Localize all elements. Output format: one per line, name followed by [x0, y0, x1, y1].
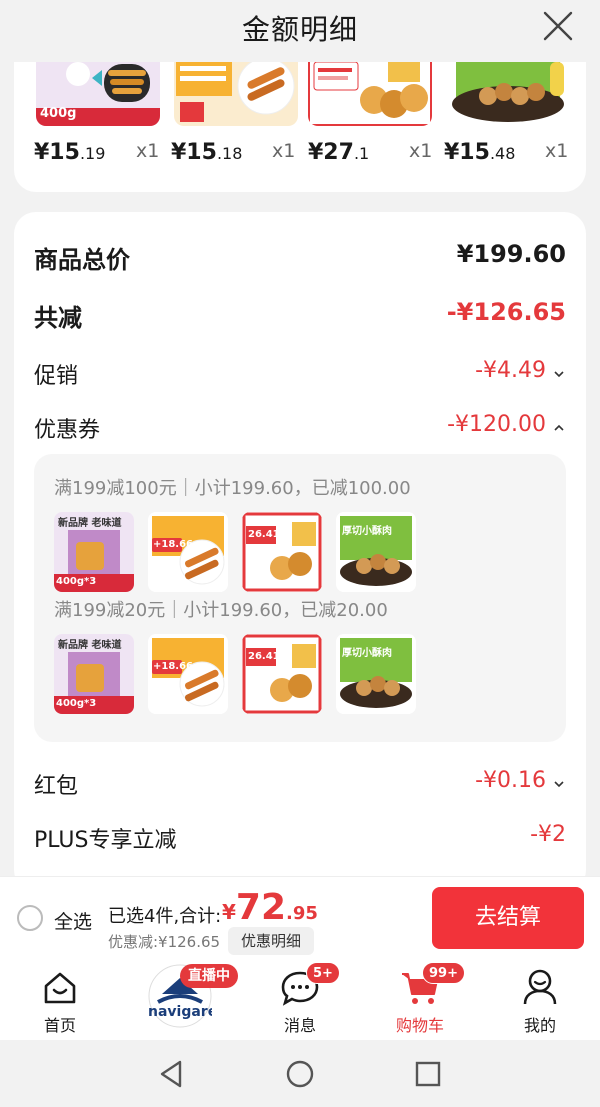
product-qty: x1	[136, 140, 160, 162]
brand-label: 新品牌 老味道	[58, 640, 122, 651]
total-price-label: 商品总价	[34, 246, 130, 274]
coupon-line: 满199减20元｜小计199.60，已减20.00	[54, 600, 388, 621]
total-price-value: ¥199.60	[456, 240, 566, 268]
checkout-button[interactable]: 去结算	[432, 887, 584, 949]
coupon-product-thumbnail[interactable]: 新品牌 老味道 400g*3	[54, 634, 134, 714]
checkout-bar: 全选 已选4件,合计: ¥72.95 优惠减:¥126.65 优惠明细 去结算	[0, 876, 600, 960]
promo-value: -¥4.49	[475, 358, 546, 383]
select-all-label[interactable]: 全选	[54, 907, 92, 934]
product-qty: x1	[272, 140, 296, 162]
total-price-row: 商品总价 ¥199.60	[34, 240, 566, 280]
price-tag: +18.66	[153, 539, 194, 550]
tab-home[interactable]: 首页	[10, 960, 110, 1040]
home-circle-icon[interactable]	[284, 1058, 316, 1090]
tab-messages-label: 消息	[283, 1016, 316, 1035]
coupon-product-thumbnail[interactable]: 26.41	[242, 634, 322, 714]
product-name-tag: 厚切小酥肉	[342, 648, 392, 659]
red-packet-value: -¥0.16	[475, 768, 546, 793]
discount-detail-button[interactable]: 优惠明细	[228, 927, 314, 955]
red-packet-label: 红包	[34, 774, 79, 799]
back-icon[interactable]	[156, 1058, 188, 1090]
price-tag: +18.66	[153, 661, 194, 672]
coupon-product-thumbnail[interactable]: 26.41	[242, 512, 322, 592]
selected-count: 已选4件,合计:	[108, 906, 222, 927]
product-price: ¥27.1	[308, 140, 370, 165]
page-title: 金额明细	[241, 13, 358, 46]
tab-cart[interactable]: 99+ 购物车	[370, 960, 470, 1040]
price-tag: 26.41	[248, 651, 280, 662]
coupon-product-thumbnail[interactable]: +18.66	[148, 634, 228, 714]
tab-messages[interactable]: 5+ 消息	[250, 960, 350, 1040]
product-thumbnail[interactable]	[308, 60, 432, 126]
coupon-value: -¥120.00	[447, 412, 546, 437]
saved-amount: 优惠减:¥126.65	[108, 933, 221, 951]
coupon-line: 满199减100元｜小计199.60，已减100.00	[54, 478, 411, 499]
live-badge: 直播中	[180, 964, 238, 988]
chevron-up-icon[interactable]	[552, 421, 566, 435]
product-qty: x1	[545, 140, 569, 162]
tab-profile-label: 我的	[523, 1016, 556, 1035]
live-brand-label: navigare	[148, 1004, 212, 1020]
weight-label: 400g	[40, 106, 77, 121]
close-icon[interactable]	[540, 8, 576, 44]
system-nav-bar	[0, 1040, 600, 1107]
amount-detail-card: 商品总价 ¥199.60 共减 -¥126.65 促销 -¥4.49 优惠券 -…	[14, 212, 586, 892]
recents-icon[interactable]	[412, 1058, 444, 1090]
cart-badge: 99+	[422, 962, 465, 984]
coupon-product-thumbnail[interactable]: +18.66	[148, 512, 228, 592]
tab-profile[interactable]: 我的	[490, 960, 590, 1040]
product-thumbnail[interactable]: 400g	[36, 60, 160, 126]
promo-row[interactable]: 促销 -¥4.49	[34, 358, 566, 398]
product-price: ¥15.18	[171, 140, 243, 165]
plus-discount-label: PLUS专享立减	[34, 828, 177, 853]
brand-label: 新品牌 老味道	[58, 518, 122, 529]
product-qty: x1	[409, 140, 433, 162]
total-reduce-row: 共减 -¥126.65	[34, 298, 566, 338]
product-price: ¥15.48	[444, 140, 516, 165]
tab-home-label: 首页	[43, 1016, 76, 1035]
coupon-product-thumbnail[interactable]: 新品牌 老味道 400g*3	[54, 512, 134, 592]
product-price: ¥15.19	[34, 140, 106, 165]
select-all-radio[interactable]	[17, 905, 43, 931]
plus-discount-row: PLUS专享立减 -¥2	[34, 822, 566, 862]
product-thumbnail[interactable]	[174, 60, 298, 126]
weight-label: 400g*3	[56, 698, 97, 709]
tab-cart-label: 购物车	[395, 1016, 444, 1035]
chevron-down-icon[interactable]	[552, 367, 566, 381]
coupon-row[interactable]: 优惠券 -¥120.00	[34, 412, 566, 452]
plus-discount-value: -¥2	[530, 822, 566, 847]
coupon-product-thumbnail[interactable]: 厚切小酥肉	[336, 634, 416, 714]
bottom-tab-bar: 首页 navigare 5+ 消息 99+ 购物车 我的	[0, 960, 600, 1040]
product-thumbnail[interactable]	[446, 60, 570, 126]
total-amount: ¥72.95	[222, 887, 318, 928]
message-badge: 5+	[306, 962, 340, 984]
header: 金额明细	[0, 0, 600, 62]
promo-label: 促销	[34, 364, 79, 389]
chevron-down-icon[interactable]	[552, 777, 566, 791]
price-tag: 26.41	[248, 529, 280, 540]
total-reduce-label: 共减	[34, 304, 82, 332]
total-reduce-value: -¥126.65	[446, 298, 566, 326]
home-icon	[44, 972, 76, 1004]
coupon-label: 优惠券	[34, 418, 101, 443]
coupon-product-thumbnail[interactable]: 厚切小酥肉	[336, 512, 416, 592]
product-strip: 400g ¥15.19 x1 ¥15.18 x1 ¥27.1 x1 ¥15.48…	[14, 60, 586, 192]
profile-icon	[523, 969, 557, 1005]
weight-label: 400g*3	[56, 576, 97, 587]
red-packet-row[interactable]: 红包 -¥0.16	[34, 768, 566, 808]
product-name-tag: 厚切小酥肉	[342, 526, 392, 537]
coupon-detail-box: 满199减100元｜小计199.60，已减100.00 新品牌 老味道 400g…	[34, 454, 566, 742]
